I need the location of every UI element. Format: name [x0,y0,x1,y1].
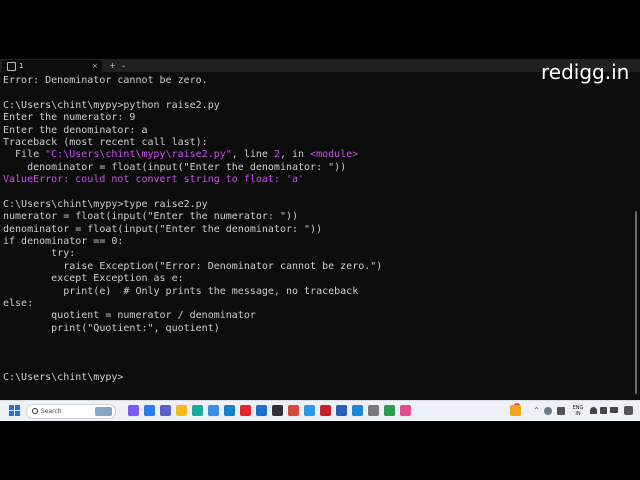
paint-icon[interactable] [400,405,411,416]
new-tab-icon[interactable]: + [109,59,116,72]
language-indicator[interactable]: ENG IN [572,405,584,417]
terminal-line: except Exception as e: [3,273,633,285]
terminal-line: Enter the denominator: a [3,125,633,137]
photos-icon[interactable] [208,405,219,416]
terminal-text: Enter the denominator: a [3,124,148,136]
terminal-line: Enter the numerator: 9 [3,112,633,124]
file-explorer-icon[interactable] [176,405,187,416]
terminal-line: C:\Users\chint\mypy> [3,372,633,384]
copilot-icon[interactable] [128,405,139,416]
terminal-line: try: [3,248,633,260]
watermark-logo: redigg.in [541,60,630,84]
terminal-text: <module> [310,149,359,161]
region-code: IN [575,411,581,417]
terminal-text: Error: Denominator cannot be zero. [3,75,208,86]
store-icon[interactable] [224,405,235,416]
terminal-text: Enter the numerator: 9 [3,112,136,124]
terminal-tab[interactable]: 1 × [2,60,102,72]
terminal-line: C:\Users\chint\mypy>python raise2.py [3,100,633,112]
terminal-output[interactable]: Error: Denominator cannot be zero. C:\Use… [3,75,633,385]
terminal-tab-icon [7,62,16,71]
camera-icon[interactable] [557,407,565,415]
terminal-text: : could not convert string to float: 'a' [63,174,305,186]
terminal-text: else: [3,298,34,310]
search-input[interactable]: Search [26,404,116,419]
terminal-text: , in [279,149,311,161]
teams-icon[interactable] [160,405,171,416]
cloud-icon[interactable] [544,407,552,415]
terminal-line: C:\Users\chint\mypy>type raise2.py [3,199,633,211]
terminal-line: Traceback (most recent call last): [3,137,633,149]
terminal-window: 1 × + ⌄ Error: Denominator cannot be zer… [0,59,640,420]
terminal-text: denominator = float(input("Enter the den… [3,223,323,235]
taskbar: Search 1 ^ ENG IN [0,400,640,421]
terminal-line: numerator = float(input("Enter the numer… [3,211,633,223]
terminal-text: try: [3,248,76,260]
files-icon[interactable] [368,405,379,416]
search-placeholder: Search [41,408,62,415]
wifi-icon[interactable] [590,407,597,414]
windows-start-icon[interactable] [9,405,20,416]
volume-icon[interactable] [600,407,607,414]
terminal-icon[interactable] [272,405,283,416]
battery-icon[interactable] [610,407,618,413]
terminal-text: numerator = float(input("Enter the numer… [3,211,299,223]
terminal-line: print(e) # Only prints the message, no t… [3,286,633,298]
terminal-text: ValueError [3,174,64,186]
widget-icon[interactable] [510,405,521,416]
terminal-text: C:\Users\chint\mypy>type raise2.py [3,198,208,210]
chevron-down-icon[interactable]: ⌄ [121,59,126,72]
terminal-line: raise Exception("Error: Denominator cann… [3,261,633,273]
terminal-line: File "C:\Users\chint\mypy\raise2.py", li… [3,149,633,161]
terminal-line: ValueError: could not convert string to … [3,174,633,186]
notes-icon[interactable] [384,405,395,416]
terminal-text: , line [231,149,274,161]
terminal-line: Error: Denominator cannot be zero. [3,75,633,87]
terminal-text: C:\Users\chint\mypy> [3,372,124,384]
terminal-line: else: [3,298,633,310]
terminal-text: if denominator == 0: [3,236,124,248]
terminal-line: denominator = float(input("Enter the den… [3,224,633,236]
notifications-icon[interactable] [624,406,633,415]
terminal-text: print(e) # Only prints the message, no t… [3,285,359,297]
terminal-text: Traceback (most recent call last): [3,136,208,148]
task-view-icon[interactable] [144,405,155,416]
edge-icon[interactable] [192,405,203,416]
search-highlight-image [95,407,112,416]
terminal-text: File [3,149,46,161]
chrome-icon[interactable] [288,405,299,416]
acrobat-icon[interactable] [320,405,331,416]
terminal-text: quotient = numerator / denominator [3,310,256,322]
search-icon [32,408,38,414]
tab-close-icon[interactable]: × [92,60,98,72]
terminal-text: C:\Users\chint\mypy>python raise2.py [3,99,220,111]
terminal-text: except Exception as e: [3,273,184,285]
pdf-icon[interactable] [336,405,347,416]
tab-title: 1 [19,62,24,70]
terminal-text: denominator = float(input("Enter the den… [3,161,347,173]
mail-icon[interactable] [256,405,267,416]
terminal-line: denominator = float(input("Enter the den… [3,162,633,174]
vscode-icon[interactable] [352,405,363,416]
terminal-text: print("Quotient:", quotient) [3,322,220,334]
chevron-up-icon[interactable]: ^ [534,407,539,415]
scrollbar-thumb[interactable] [635,211,637,394]
terminal-line: quotient = numerator / denominator [3,310,633,322]
media-icon[interactable] [304,405,315,416]
terminal-line: if denominator == 0: [3,236,633,248]
terminal-line: print("Quotient:", quotient) [3,323,633,335]
terminal-text: raise Exception("Error: Denominator cann… [3,260,383,272]
youtube-icon[interactable] [240,405,251,416]
terminal-text: "C:\Users\chint\mypy\raise2.py" [45,149,232,161]
